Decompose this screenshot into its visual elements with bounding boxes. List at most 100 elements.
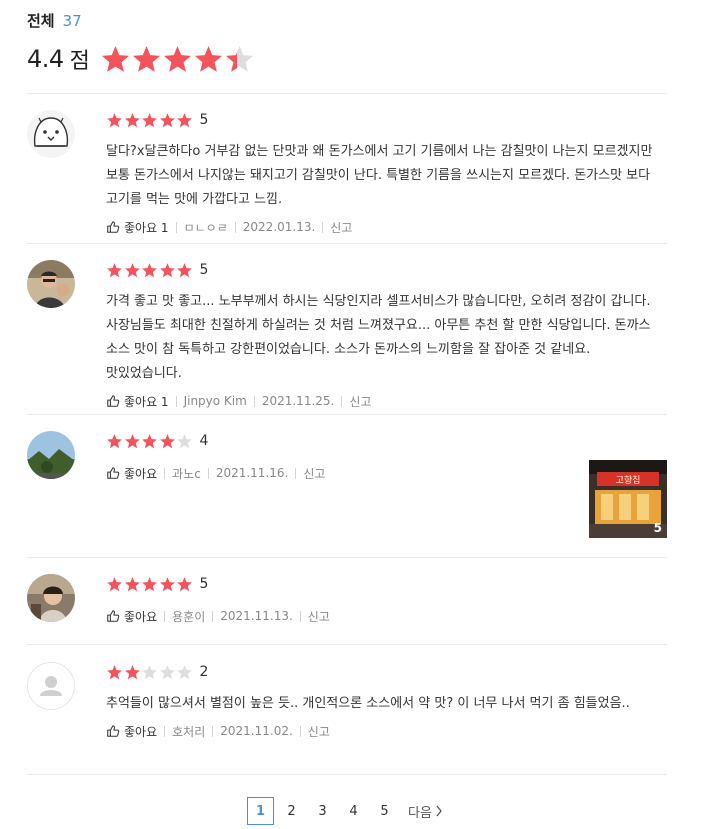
page-3[interactable]: 3 xyxy=(309,797,336,825)
separator xyxy=(212,610,214,622)
score-unit: 점 xyxy=(69,49,90,74)
separator xyxy=(299,610,301,622)
author-name[interactable]: 과노c xyxy=(172,465,201,482)
review-item: 5 달다?x달큰하다o 거부감 없는 단맛과 왜 돈가스에서 고기 기름에서 나… xyxy=(27,110,667,235)
default-avatar[interactable] xyxy=(27,662,75,710)
separator xyxy=(295,467,297,479)
star-filled-icon xyxy=(124,112,140,127)
review-text: 달다?x달큰하다o 거부감 없는 단맛과 왜 돈가스에서 고기 기름에서 나는 … xyxy=(106,144,653,207)
divider xyxy=(27,644,667,645)
separator xyxy=(253,395,255,407)
review-text: 가격 좋고 맛 좋고... 노부부께서 하시는 식당인지라 셀프서비스가 많습니… xyxy=(106,294,651,381)
separator xyxy=(164,610,166,622)
star-filled-icon xyxy=(177,262,192,277)
star-filled-icon xyxy=(177,576,192,591)
separator xyxy=(234,221,236,233)
star-filled-icon xyxy=(142,262,157,277)
report-link[interactable]: 신고 xyxy=(330,219,352,236)
separator xyxy=(164,467,166,479)
child-avatar[interactable] xyxy=(27,574,75,622)
star-empty-icon xyxy=(159,664,175,679)
average-star-rating xyxy=(100,44,255,75)
star-filled-icon xyxy=(107,112,122,127)
page-4[interactable]: 4 xyxy=(340,797,367,825)
photo-avatar[interactable] xyxy=(27,260,75,308)
report-link[interactable]: 신고 xyxy=(303,465,325,482)
report-link[interactable]: 신고 xyxy=(349,393,371,410)
divider xyxy=(27,557,667,558)
star-filled-icon xyxy=(107,576,122,591)
review-star-rating: 2 xyxy=(106,662,667,682)
star-filled-icon xyxy=(124,576,140,591)
star-filled-icon xyxy=(124,262,140,277)
next-page-button[interactable]: 다음 xyxy=(408,802,443,821)
star-partial-icon xyxy=(225,45,253,72)
review-meta: 좋아요 1 ㅁㄴㅇㄹ 2022.01.13. 신고 xyxy=(106,218,667,236)
star-filled-icon xyxy=(142,576,157,591)
author-name[interactable]: 용훈이 xyxy=(172,608,205,625)
star-filled-icon xyxy=(107,262,122,277)
star-filled-icon xyxy=(159,576,175,591)
review-date: 2021.11.16. xyxy=(215,466,289,480)
star-filled-icon xyxy=(107,433,122,448)
like-button[interactable]: 좋아요 xyxy=(124,723,157,740)
like-button[interactable]: 좋아요 1 xyxy=(124,219,169,236)
review-star-rating: 5 xyxy=(106,260,667,280)
like-button[interactable]: 좋아요 1 xyxy=(124,393,169,410)
review-date: 2022.01.13. xyxy=(242,220,316,234)
divider xyxy=(27,414,667,415)
star-filled-icon xyxy=(194,45,222,72)
star-filled-icon xyxy=(142,112,157,127)
thumbs-up-icon[interactable] xyxy=(106,394,120,408)
rating-number: 5 xyxy=(199,112,209,128)
chevron-right-icon xyxy=(436,805,442,817)
star-filled-icon xyxy=(159,433,175,448)
cartoon-avatar[interactable] xyxy=(27,110,75,158)
thumbs-up-icon[interactable] xyxy=(106,724,120,738)
separator xyxy=(164,725,166,737)
report-link[interactable]: 신고 xyxy=(308,608,330,625)
separator xyxy=(175,395,177,407)
author-name[interactable]: 호처리 xyxy=(172,723,205,740)
shop-sign-text: 고향집 xyxy=(616,474,641,486)
review-item: 2 추억들이 많으셔서 별점이 높은 듯.. 개인적으론 소스에서 약 맛? 이… xyxy=(27,662,667,762)
review-photo[interactable]: 고향집 5 xyxy=(589,460,667,538)
separator xyxy=(175,221,177,233)
divider xyxy=(27,774,667,775)
separator xyxy=(322,221,324,233)
next-page-label: 다음 xyxy=(408,805,432,821)
landscape-avatar[interactable] xyxy=(27,431,75,479)
thumbs-up-icon[interactable] xyxy=(106,466,120,480)
rating-number: 5 xyxy=(199,262,209,278)
review-star-rating: 5 xyxy=(106,574,667,594)
review-star-rating: 5 xyxy=(106,110,667,130)
thumbs-up-icon[interactable] xyxy=(106,609,120,623)
page-1[interactable]: 1 xyxy=(247,797,274,825)
rating-number: 5 xyxy=(199,576,209,592)
star-filled-icon xyxy=(163,45,191,72)
pagination: 1 2 3 4 5 다음 xyxy=(247,797,443,825)
rating-number: 4 xyxy=(199,433,209,449)
page-2[interactable]: 2 xyxy=(278,797,305,825)
author-name[interactable]: Jinpyo Kim xyxy=(184,394,247,408)
rating-summary: 전체 37 4.4 점 xyxy=(27,10,667,82)
divider xyxy=(27,243,667,244)
star-filled-icon xyxy=(177,112,192,127)
star-filled-icon xyxy=(159,112,175,127)
review-item: 5 좋아요 용훈이 2021.11.13. 신고 xyxy=(27,574,667,644)
star-filled-icon xyxy=(159,262,175,277)
like-button[interactable]: 좋아요 xyxy=(124,608,157,625)
review-date: 2021.11.25. xyxy=(261,394,335,408)
total-label: 전체 xyxy=(27,12,55,30)
report-link[interactable]: 신고 xyxy=(308,723,330,740)
review-meta: 좋아요 1 Jinpyo Kim 2021.11.25. 신고 xyxy=(106,392,667,410)
star-empty-icon xyxy=(142,664,157,679)
star-filled-icon xyxy=(124,433,140,448)
star-filled-icon xyxy=(101,45,129,72)
page-5[interactable]: 5 xyxy=(371,797,398,825)
score-value: 4.4 xyxy=(27,45,64,73)
total-reviews: 전체 37 xyxy=(27,10,667,34)
author-name[interactable]: ㅁㄴㅇㄹ xyxy=(184,219,228,236)
thumbs-up-icon[interactable] xyxy=(106,220,120,234)
like-button[interactable]: 좋아요 xyxy=(124,465,157,482)
